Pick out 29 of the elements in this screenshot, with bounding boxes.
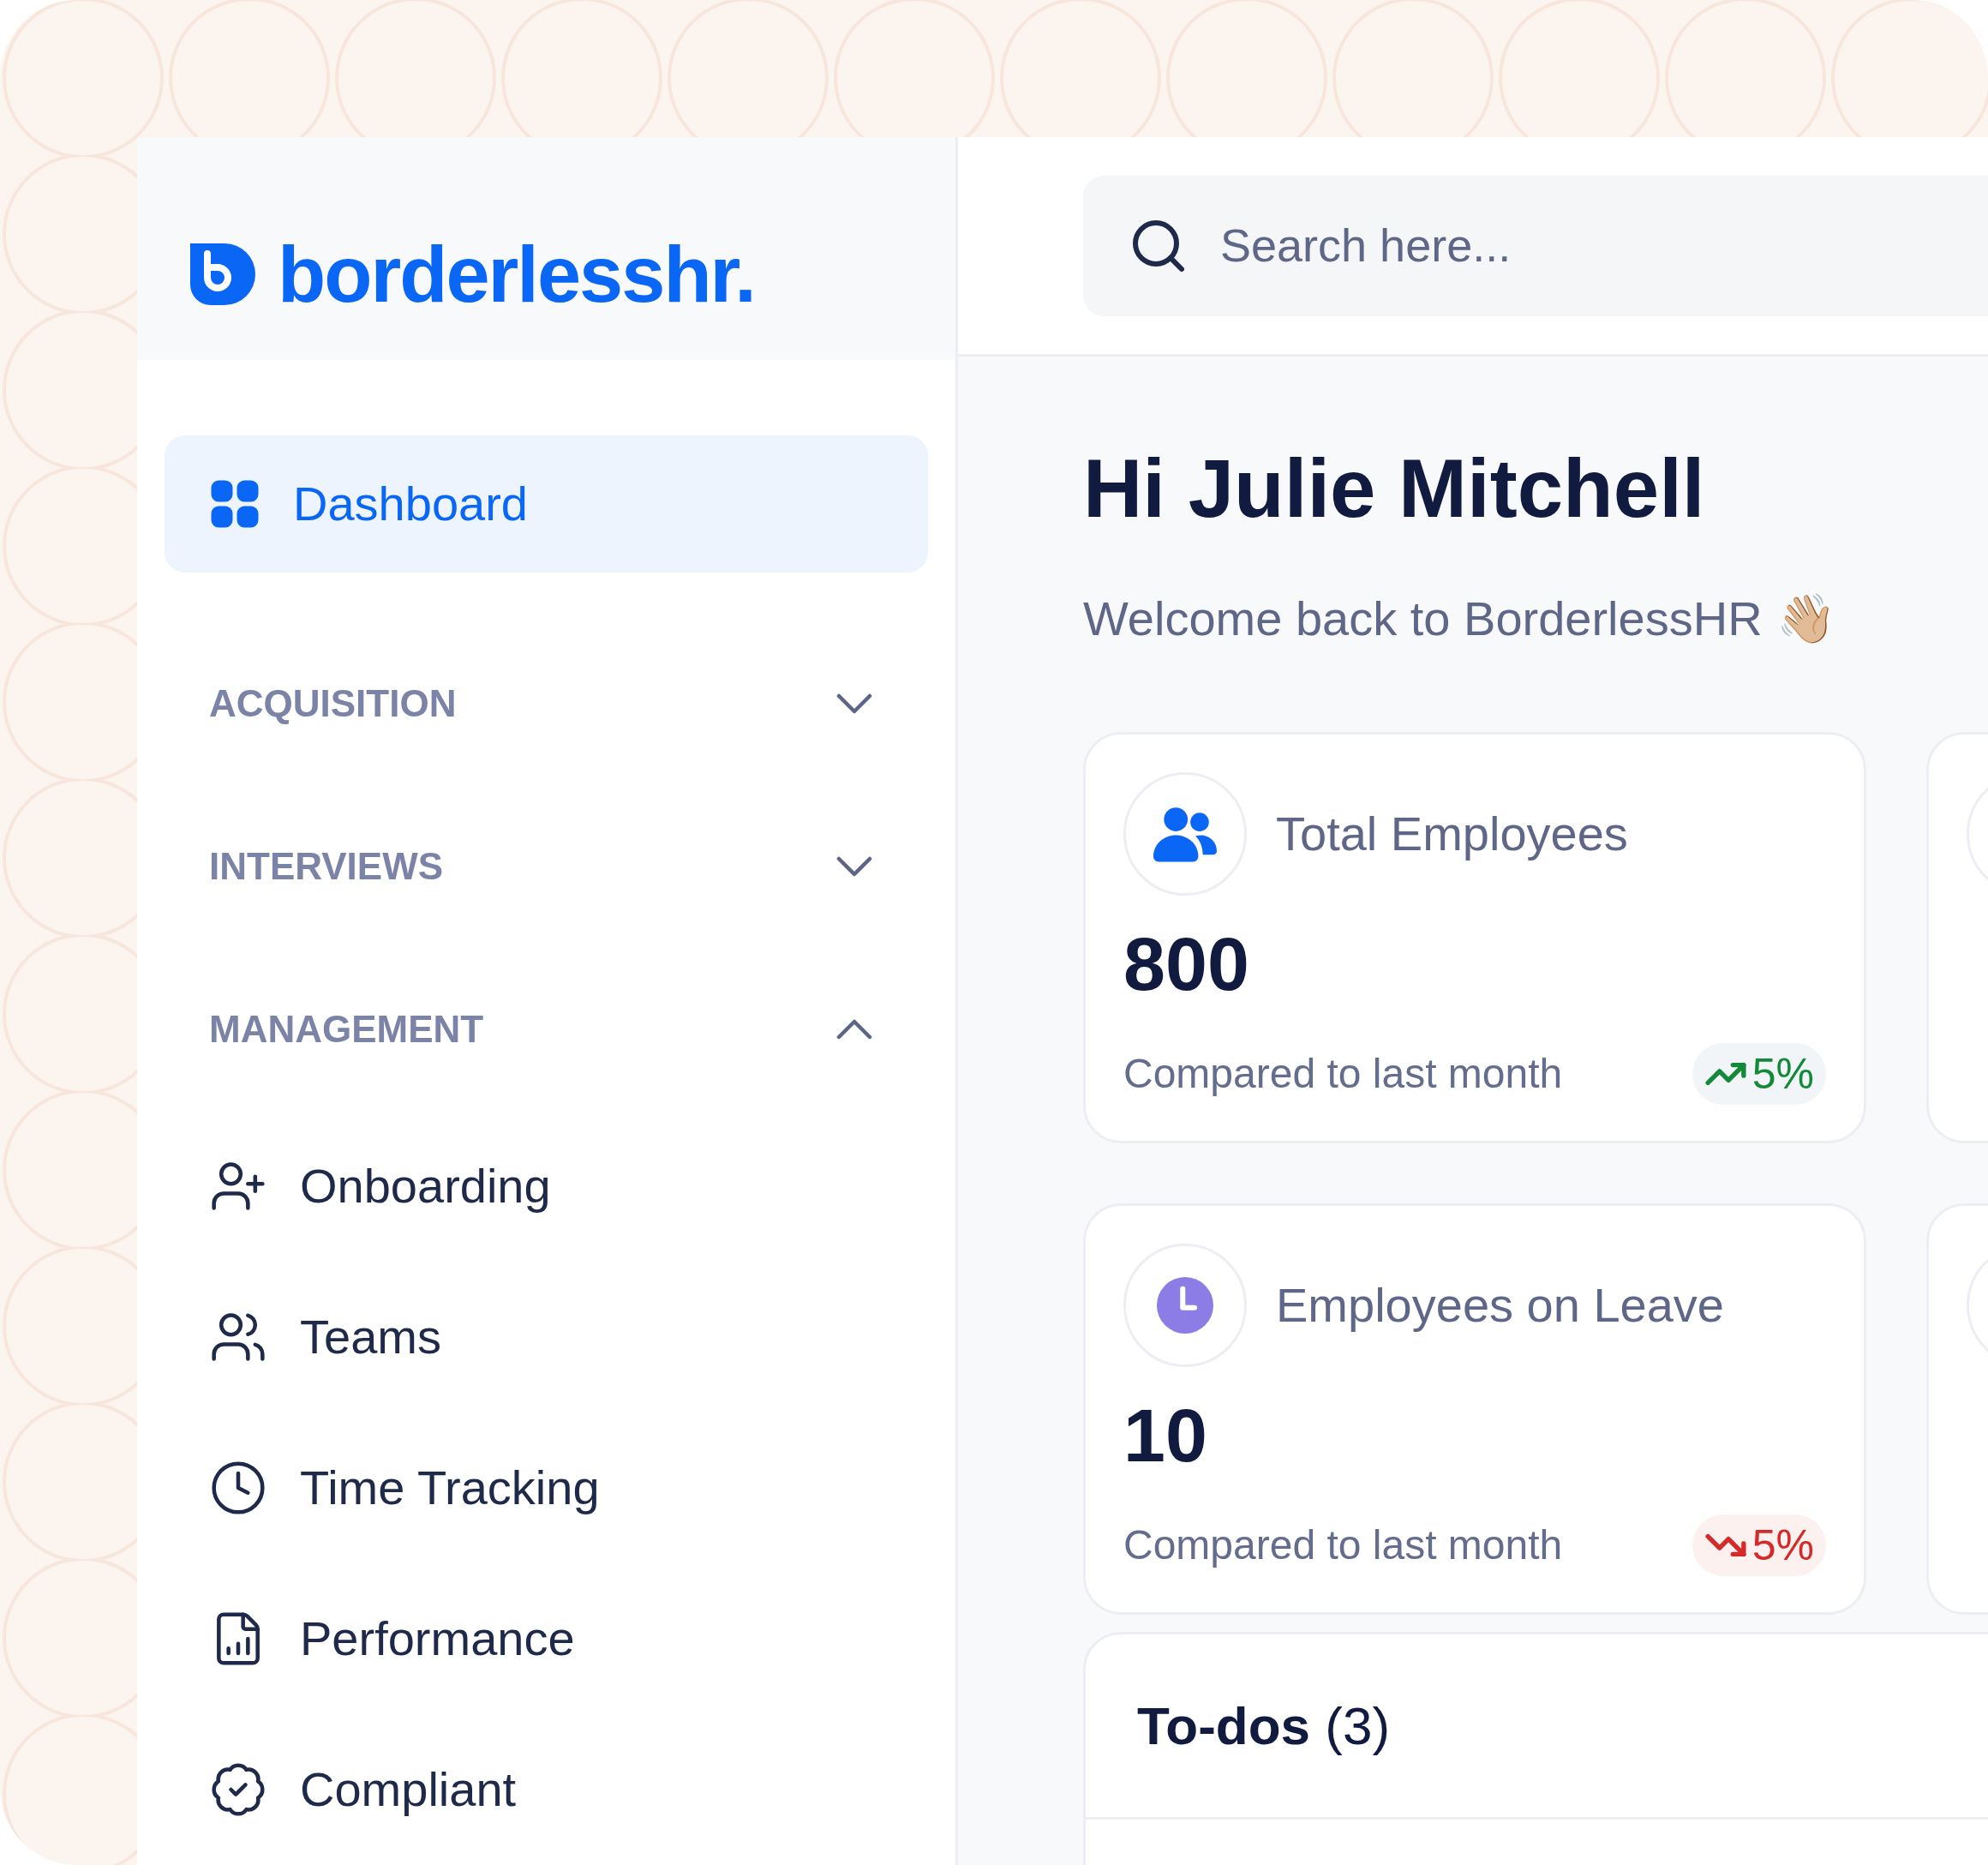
grid-icon [209, 478, 260, 530]
nav-item[interactable]: Compliant [165, 1721, 928, 1858]
logo-text: borderlesshr. [278, 230, 755, 320]
stat-value: 10 [1123, 1398, 1208, 1473]
section-header[interactable]: INTERVIEWS [165, 785, 928, 948]
stat-value: 800 [1123, 927, 1250, 1002]
greeting-title: Hi Julie Mitchell [1083, 447, 1706, 530]
nav-item[interactable]: Onboarding [165, 1118, 928, 1255]
nav-item[interactable]: Teams [165, 1268, 928, 1406]
stat-caption: Compared to last month [1123, 1521, 1563, 1569]
badge-check-icon [209, 1760, 267, 1819]
section-header[interactable]: MANAGEMENT [165, 948, 928, 1111]
logo-icon [190, 243, 255, 305]
todos-title: To-dos (3) [1137, 1695, 1391, 1757]
stat-caption: Compared to last month [1123, 1050, 1563, 1098]
users-icon [1153, 806, 1217, 862]
section-header[interactable]: ACQUISITION [165, 622, 928, 785]
welcome-text: Welcome back to BorderlessHR [1083, 591, 1763, 647]
nav-item[interactable]: Dashboard [165, 435, 928, 573]
stat-label: Employees on Leave [1276, 1277, 1724, 1334]
trend-badge: 5% [1692, 1043, 1826, 1105]
nav-item[interactable]: Time Tracking [165, 1419, 928, 1556]
nav-item[interactable]: Performance [165, 1570, 928, 1707]
trend-badge: 5% [1692, 1514, 1826, 1576]
search-field[interactable]: Search here... [1083, 175, 1988, 316]
stat-label: Total Employees [1276, 806, 1628, 862]
clock-icon [1157, 1277, 1213, 1334]
waving-hand-emoji: 👋🏼 [1775, 591, 1836, 647]
clock-icon [209, 1459, 267, 1517]
